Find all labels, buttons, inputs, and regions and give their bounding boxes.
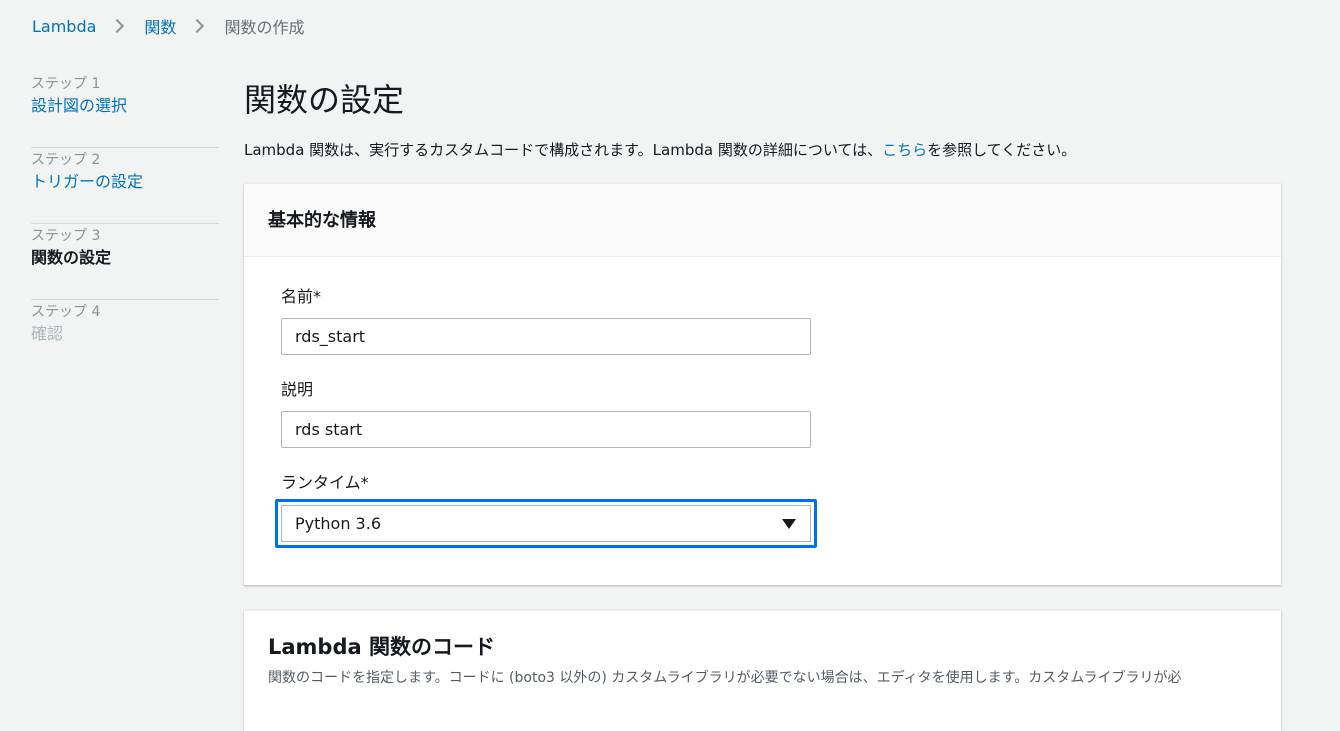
description-text: Lambda 関数は、実行するカスタムコードで構成されます。Lambda 関数の… [244, 141, 883, 159]
runtime-selected-value: Python 3.6 [295, 514, 381, 533]
wizard-steps: ステップ 1 設計図の選択 ステップ 2 トリガーの設定 ステップ 3 関数の設… [31, 72, 219, 376]
step-review: 確認 [31, 324, 64, 343]
step-number: ステップ 3 [31, 228, 101, 244]
description-input[interactable] [281, 411, 811, 448]
step-3: ステップ 3 関数の設定 [31, 224, 219, 300]
runtime-select-focus-ring: Python 3.6 [275, 499, 817, 548]
main-content: 関数の設定 Lambda 関数は、実行するカスタムコードで構成されます。Lamb… [244, 72, 1281, 731]
step-link-select-blueprint[interactable]: 設計図の選択 [31, 94, 219, 118]
name-field-group: 名前* [281, 286, 1281, 355]
step-1: ステップ 1 設計図の選択 [31, 72, 219, 148]
caret-down-icon [782, 518, 796, 529]
runtime-select[interactable]: Python 3.6 [281, 505, 811, 542]
name-label: 名前* [281, 287, 322, 306]
description-text-end: を参照してください。 [927, 141, 1077, 159]
basic-info-body: 名前* 説明 ランタイム* Python 3.6 [244, 257, 1281, 548]
learn-more-link[interactable]: こちら [882, 141, 927, 159]
description-label: 説明 [281, 380, 314, 399]
step-link-configure-triggers[interactable]: トリガーの設定 [31, 170, 219, 194]
step-number: ステップ 1 [31, 76, 101, 92]
function-code-description: 関数のコードを指定します。コードに (boto3 以外の) カスタムライブラリが… [268, 670, 1182, 686]
step-current-configure-function: 関数の設定 [31, 248, 112, 267]
function-code-panel: Lambda 関数のコード 関数のコードを指定します。コードに (boto3 以… [244, 610, 1281, 731]
step-2: ステップ 2 トリガーの設定 [31, 148, 219, 224]
breadcrumb: Lambda 関数 関数の作成 [32, 14, 304, 38]
breadcrumb-functions[interactable]: 関数 [144, 14, 176, 38]
function-code-title: Lambda 関数のコード [268, 635, 495, 659]
page-title: 関数の設定 [244, 81, 405, 119]
breadcrumb-lambda[interactable]: Lambda [32, 17, 96, 36]
runtime-label: ランタイム* [281, 473, 369, 492]
name-input[interactable] [281, 318, 811, 355]
basic-info-panel: 基本的な情報 名前* 説明 ランタイム* Python 3.6 [244, 183, 1281, 585]
step-number: ステップ 2 [31, 152, 101, 168]
chevron-right-icon [110, 18, 125, 34]
runtime-field-group: ランタイム* Python 3.6 [275, 472, 1281, 548]
step-number: ステップ 4 [31, 304, 101, 320]
description-field-group: 説明 [281, 379, 1281, 448]
step-4: ステップ 4 確認 [31, 300, 219, 376]
chevron-right-icon [190, 18, 205, 34]
breadcrumb-create-function: 関数の作成 [224, 18, 305, 37]
page-description: Lambda 関数は、実行するカスタムコードで構成されます。Lambda 関数の… [244, 139, 1281, 160]
basic-info-header: 基本的な情報 [244, 184, 1281, 257]
